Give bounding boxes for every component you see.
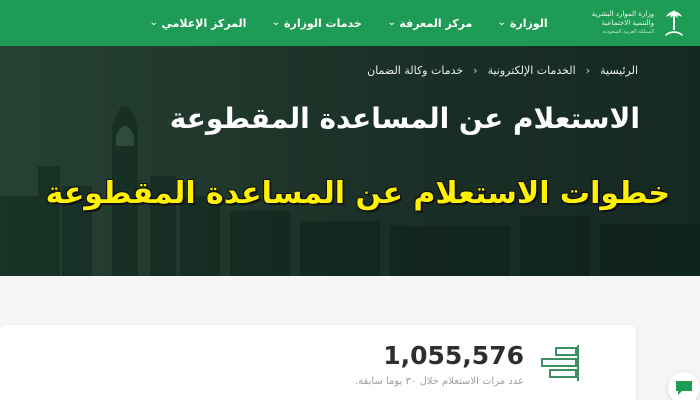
nav-label: مركز المعرفة	[399, 16, 473, 30]
breadcrumb-e-services[interactable]: الخدمات الإلكترونية	[488, 64, 576, 77]
nav-label: المركز الإعلامي	[161, 16, 247, 30]
chevron-left-icon: ‹	[473, 64, 478, 77]
nav-label: خدمات الوزارة	[284, 16, 362, 30]
nav-item-knowledge-center[interactable]: مركز المعرفة ⌄	[387, 16, 473, 30]
breadcrumb-home[interactable]: الرئيسية	[600, 64, 638, 77]
nav-item-media-center[interactable]: المركز الإعلامي ⌄	[149, 16, 247, 30]
breadcrumb: الرئيسية ‹ الخدمات الإلكترونية ‹ خدمات و…	[367, 64, 638, 77]
page-title: الاستعلام عن المساعدة المقطوعة	[169, 102, 640, 135]
ministry-name: وزارة الموارد البشرية والتنمية الاجتماعي…	[592, 10, 654, 37]
palm-swords-icon	[665, 10, 683, 36]
main-menu: الوزارة ⌄ مركز المعرفة ⌄ خدمات الوزارة ⌄…	[149, 16, 548, 30]
ministry-logo[interactable]: وزارة الموارد البشرية والتنمية الاجتماعي…	[592, 8, 688, 38]
nav-item-ministry-services[interactable]: خدمات الوزارة ⌄	[271, 16, 362, 30]
logo-line-2: والتنمية الاجتماعية	[601, 18, 654, 27]
hero-overlay	[0, 46, 700, 276]
chevron-down-icon: ⌄	[497, 18, 507, 28]
overlay-caption: خطوات الاستعلام عن المساعدة المقطوعة	[45, 176, 670, 211]
chevron-down-icon: ⌄	[149, 18, 159, 28]
inquiry-count-label: عدد مرات الاستعلام خلال ٣٠ يوما سابقة.	[354, 376, 524, 387]
hero-banner	[0, 46, 700, 276]
inquiry-count: 1,055,576	[383, 341, 524, 370]
stats-card: 1,055,576 عدد مرات الاستعلام خلال ٣٠ يوم…	[0, 325, 636, 400]
chevron-down-icon: ⌄	[387, 18, 397, 28]
chevron-left-icon: ‹	[585, 64, 591, 77]
top-nav: وزارة الموارد البشرية والتنمية الاجتماعي…	[0, 0, 700, 46]
logo-line-3: المملكة العربية السعودية	[602, 28, 654, 35]
breadcrumb-social-security[interactable]: خدمات وكالة الضمان	[367, 64, 463, 77]
logo-line-1: وزارة الموارد البشرية	[591, 9, 654, 18]
bar-stats-icon	[541, 345, 579, 381]
chat-button[interactable]	[668, 372, 700, 400]
nav-label: الوزارة	[509, 16, 548, 30]
chat-icon	[676, 381, 692, 395]
chevron-down-icon: ⌄	[271, 18, 281, 28]
nav-item-ministry[interactable]: الوزارة ⌄	[497, 16, 548, 30]
